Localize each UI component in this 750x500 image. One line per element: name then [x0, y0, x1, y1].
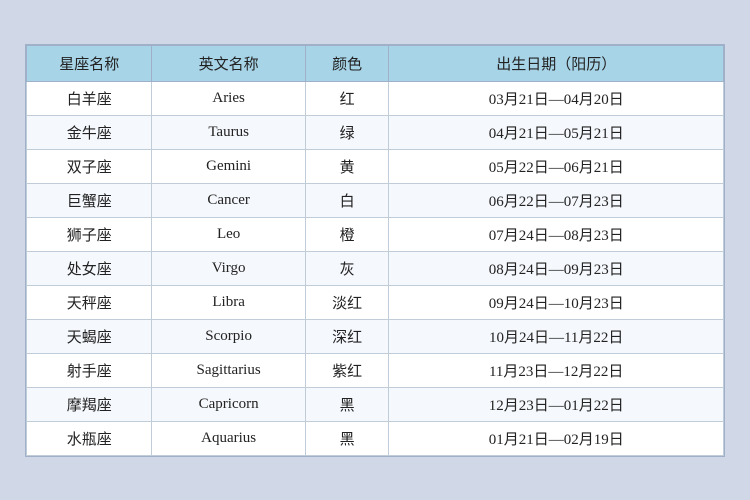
zodiac-table: 星座名称 英文名称 颜色 出生日期（阳历） 白羊座Aries红03月21日—04… [26, 45, 724, 456]
table-row: 巨蟹座Cancer白06月22日—07月23日 [27, 183, 724, 217]
cell-english-name: Libra [152, 285, 305, 319]
table-row: 双子座Gemini黄05月22日—06月21日 [27, 149, 724, 183]
cell-color: 白 [305, 183, 389, 217]
table-body: 白羊座Aries红03月21日—04月20日金牛座Taurus绿04月21日—0… [27, 81, 724, 455]
cell-chinese-name: 天秤座 [27, 285, 152, 319]
table-row: 处女座Virgo灰08月24日—09月23日 [27, 251, 724, 285]
cell-date: 05月22日—06月21日 [389, 149, 724, 183]
cell-date: 04月21日—05月21日 [389, 115, 724, 149]
cell-date: 12月23日—01月22日 [389, 387, 724, 421]
table-row: 狮子座Leo橙07月24日—08月23日 [27, 217, 724, 251]
cell-chinese-name: 狮子座 [27, 217, 152, 251]
cell-chinese-name: 巨蟹座 [27, 183, 152, 217]
cell-date: 08月24日—09月23日 [389, 251, 724, 285]
cell-color: 深红 [305, 319, 389, 353]
cell-chinese-name: 水瓶座 [27, 421, 152, 455]
table-row: 水瓶座Aquarius黑01月21日—02月19日 [27, 421, 724, 455]
cell-date: 11月23日—12月22日 [389, 353, 724, 387]
cell-english-name: Virgo [152, 251, 305, 285]
cell-chinese-name: 双子座 [27, 149, 152, 183]
cell-chinese-name: 金牛座 [27, 115, 152, 149]
table-row: 射手座Sagittarius紫红11月23日—12月22日 [27, 353, 724, 387]
cell-color: 红 [305, 81, 389, 115]
cell-color: 橙 [305, 217, 389, 251]
header-chinese-name: 星座名称 [27, 45, 152, 81]
cell-chinese-name: 摩羯座 [27, 387, 152, 421]
cell-color: 灰 [305, 251, 389, 285]
cell-english-name: Aquarius [152, 421, 305, 455]
header-color: 颜色 [305, 45, 389, 81]
cell-date: 01月21日—02月19日 [389, 421, 724, 455]
cell-chinese-name: 天蝎座 [27, 319, 152, 353]
cell-date: 10月24日—11月22日 [389, 319, 724, 353]
cell-english-name: Aries [152, 81, 305, 115]
cell-english-name: Taurus [152, 115, 305, 149]
cell-color: 绿 [305, 115, 389, 149]
header-date: 出生日期（阳历） [389, 45, 724, 81]
cell-color: 紫红 [305, 353, 389, 387]
table-row: 白羊座Aries红03月21日—04月20日 [27, 81, 724, 115]
cell-chinese-name: 射手座 [27, 353, 152, 387]
cell-date: 06月22日—07月23日 [389, 183, 724, 217]
table-row: 金牛座Taurus绿04月21日—05月21日 [27, 115, 724, 149]
cell-color: 淡红 [305, 285, 389, 319]
cell-date: 03月21日—04月20日 [389, 81, 724, 115]
cell-english-name: Gemini [152, 149, 305, 183]
cell-date: 07月24日—08月23日 [389, 217, 724, 251]
cell-chinese-name: 白羊座 [27, 81, 152, 115]
table-row: 天蝎座Scorpio深红10月24日—11月22日 [27, 319, 724, 353]
cell-color: 黑 [305, 387, 389, 421]
cell-color: 黑 [305, 421, 389, 455]
cell-english-name: Scorpio [152, 319, 305, 353]
cell-chinese-name: 处女座 [27, 251, 152, 285]
table-row: 摩羯座Capricorn黑12月23日—01月22日 [27, 387, 724, 421]
zodiac-table-wrapper: 星座名称 英文名称 颜色 出生日期（阳历） 白羊座Aries红03月21日—04… [25, 44, 725, 457]
header-english-name: 英文名称 [152, 45, 305, 81]
table-row: 天秤座Libra淡红09月24日—10月23日 [27, 285, 724, 319]
cell-color: 黄 [305, 149, 389, 183]
cell-english-name: Leo [152, 217, 305, 251]
table-header-row: 星座名称 英文名称 颜色 出生日期（阳历） [27, 45, 724, 81]
cell-english-name: Sagittarius [152, 353, 305, 387]
cell-english-name: Capricorn [152, 387, 305, 421]
cell-date: 09月24日—10月23日 [389, 285, 724, 319]
cell-english-name: Cancer [152, 183, 305, 217]
